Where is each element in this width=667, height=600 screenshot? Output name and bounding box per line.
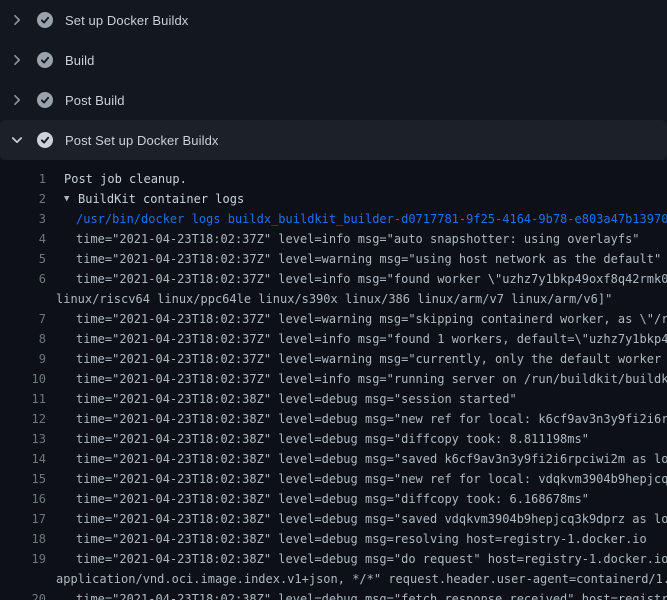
log-line-number[interactable]: 16 bbox=[0, 489, 46, 509]
log-line-text: time="2021-04-23T18:02:38Z" level=debug … bbox=[76, 449, 667, 469]
chevron-icon[interactable] bbox=[9, 132, 25, 148]
log-line: 19 ▼ time="2021-04-23T18:02:38Z" level=d… bbox=[0, 549, 667, 569]
step-row-build[interactable]: Build bbox=[0, 40, 667, 80]
log-line-text: time="2021-04-23T18:02:38Z" level=debug … bbox=[76, 549, 667, 569]
log-line: 8 ▼ time="2021-04-23T18:02:37Z" level=in… bbox=[0, 329, 667, 349]
log-area: 1 ▼ Post job cleanup. 2 ▼ BuildKit conta… bbox=[0, 160, 667, 600]
log-line-number[interactable] bbox=[0, 569, 46, 589]
step-row-post-build[interactable]: Post Build bbox=[0, 80, 667, 120]
step-row-set-up-docker-buildx[interactable]: Set up Docker Buildx bbox=[0, 0, 667, 40]
log-line-text: time="2021-04-23T18:02:38Z" level=debug … bbox=[76, 409, 667, 429]
log-line-number[interactable]: 1 bbox=[0, 169, 46, 189]
log-line-text: time="2021-04-23T18:02:37Z" level=info m… bbox=[76, 269, 667, 289]
log-line-text: time="2021-04-23T18:02:38Z" level=debug … bbox=[76, 389, 517, 409]
chevron-icon[interactable] bbox=[9, 92, 25, 108]
log-line-number[interactable]: 17 bbox=[0, 509, 46, 529]
log-line: 18 ▼ time="2021-04-23T18:02:38Z" level=d… bbox=[0, 529, 667, 549]
log-line-text: time="2021-04-23T18:02:37Z" level=warnin… bbox=[76, 249, 661, 269]
log-line-number[interactable]: 7 bbox=[0, 309, 46, 329]
log-line-text: time="2021-04-23T18:02:37Z" level=warnin… bbox=[76, 349, 667, 369]
log-line: ▼ linux/riscv64 linux/ppc64le linux/s390… bbox=[0, 289, 667, 309]
log-line-number[interactable]: 13 bbox=[0, 429, 46, 449]
log-line-text: time="2021-04-23T18:02:38Z" level=debug … bbox=[76, 469, 667, 489]
chevron-right-icon bbox=[9, 52, 25, 68]
step-label: Build bbox=[65, 53, 94, 68]
log-line: 16 ▼ time="2021-04-23T18:02:38Z" level=d… bbox=[0, 489, 667, 509]
log-line: 9 ▼ time="2021-04-23T18:02:37Z" level=wa… bbox=[0, 349, 667, 369]
chevron-down-icon bbox=[9, 132, 25, 148]
log-line-text: application/vnd.oci.image.index.v1+json,… bbox=[56, 569, 667, 589]
log-line: 14 ▼ time="2021-04-23T18:02:38Z" level=d… bbox=[0, 449, 667, 469]
group-toggle-icon[interactable]: ▼ bbox=[64, 189, 78, 209]
log-line: 20 ▼ time="2021-04-23T18:02:38Z" level=d… bbox=[0, 589, 667, 600]
log-line-text: time="2021-04-23T18:02:38Z" level=debug … bbox=[76, 489, 589, 509]
steps-list: Set up Docker Buildx Build Post Build Po… bbox=[0, 0, 667, 160]
log-line: 3 ▼ /usr/bin/docker logs buildx_buildkit… bbox=[0, 209, 667, 229]
log-line: 12 ▼ time="2021-04-23T18:02:38Z" level=d… bbox=[0, 409, 667, 429]
step-label: Post Build bbox=[65, 93, 125, 108]
step-row-post-set-up-docker-buildx[interactable]: Post Set up Docker Buildx bbox=[0, 120, 667, 160]
step-label: Set up Docker Buildx bbox=[65, 13, 188, 28]
log-line-text: Post job cleanup. bbox=[64, 169, 187, 189]
log-line-number[interactable]: 6 bbox=[0, 269, 46, 289]
log-line-number[interactable]: 20 bbox=[0, 589, 46, 600]
log-line-number[interactable]: 3 bbox=[0, 209, 46, 229]
log-line: 1 ▼ Post job cleanup. bbox=[0, 169, 667, 189]
log-line-text: BuildKit container logs bbox=[78, 189, 244, 209]
log-line-number[interactable]: 18 bbox=[0, 529, 46, 549]
log-line-text: time="2021-04-23T18:02:38Z" level=debug … bbox=[76, 529, 647, 549]
log-line: 2 ▼ BuildKit container logs bbox=[0, 189, 667, 209]
log-line-number[interactable]: 8 bbox=[0, 329, 46, 349]
log-line: 17 ▼ time="2021-04-23T18:02:38Z" level=d… bbox=[0, 509, 667, 529]
log-line-number[interactable]: 11 bbox=[0, 389, 46, 409]
log-line-number[interactable]: 14 bbox=[0, 449, 46, 469]
log-line: 6 ▼ time="2021-04-23T18:02:37Z" level=in… bbox=[0, 269, 667, 289]
chevron-icon[interactable] bbox=[9, 52, 25, 68]
log-line: 13 ▼ time="2021-04-23T18:02:38Z" level=d… bbox=[0, 429, 667, 449]
log-line-number[interactable]: 15 bbox=[0, 469, 46, 489]
log-line-number[interactable]: 10 bbox=[0, 369, 46, 389]
log-line-text: time="2021-04-23T18:02:38Z" level=debug … bbox=[76, 429, 589, 449]
log-line: 7 ▼ time="2021-04-23T18:02:37Z" level=wa… bbox=[0, 309, 667, 329]
log-line: ▼ application/vnd.oci.image.index.v1+jso… bbox=[0, 569, 667, 589]
log-line-number[interactable]: 9 bbox=[0, 349, 46, 369]
check-circle-icon bbox=[37, 132, 53, 148]
log-line-text: /usr/bin/docker logs buildx_buildkit_bui… bbox=[76, 209, 667, 229]
log-line-text: time="2021-04-23T18:02:37Z" level=info m… bbox=[76, 369, 667, 389]
check-circle-icon bbox=[37, 52, 53, 68]
log-line-text: time="2021-04-23T18:02:37Z" level=warnin… bbox=[76, 309, 667, 329]
log-line: 5 ▼ time="2021-04-23T18:02:37Z" level=wa… bbox=[0, 249, 667, 269]
actions-log-viewer: Set up Docker Buildx Build Post Build Po… bbox=[0, 0, 667, 600]
log-line-text: time="2021-04-23T18:02:38Z" level=debug … bbox=[76, 509, 667, 529]
check-circle-icon bbox=[37, 92, 53, 108]
log-line-number[interactable]: 5 bbox=[0, 249, 46, 269]
log-line-number[interactable]: 19 bbox=[0, 549, 46, 569]
log-line-text: time="2021-04-23T18:02:37Z" level=info m… bbox=[76, 329, 667, 349]
chevron-icon[interactable] bbox=[9, 12, 25, 28]
log-line: 15 ▼ time="2021-04-23T18:02:38Z" level=d… bbox=[0, 469, 667, 489]
chevron-right-icon bbox=[9, 92, 25, 108]
log-line: 11 ▼ time="2021-04-23T18:02:38Z" level=d… bbox=[0, 389, 667, 409]
check-circle-icon bbox=[37, 12, 53, 28]
log-line-number[interactable]: 4 bbox=[0, 229, 46, 249]
log-line-text: linux/riscv64 linux/ppc64le linux/s390x … bbox=[56, 289, 612, 309]
log-line-text: time="2021-04-23T18:02:38Z" level=debug … bbox=[76, 589, 667, 600]
log-line-text: time="2021-04-23T18:02:37Z" level=info m… bbox=[76, 229, 640, 249]
log-line-number[interactable]: 12 bbox=[0, 409, 46, 429]
log-line-number[interactable] bbox=[0, 289, 46, 309]
log-line: 10 ▼ time="2021-04-23T18:02:37Z" level=i… bbox=[0, 369, 667, 389]
chevron-right-icon bbox=[9, 12, 25, 28]
log-line: 4 ▼ time="2021-04-23T18:02:37Z" level=in… bbox=[0, 229, 667, 249]
step-label: Post Set up Docker Buildx bbox=[65, 133, 219, 148]
log-line-number[interactable]: 2 bbox=[0, 189, 46, 209]
